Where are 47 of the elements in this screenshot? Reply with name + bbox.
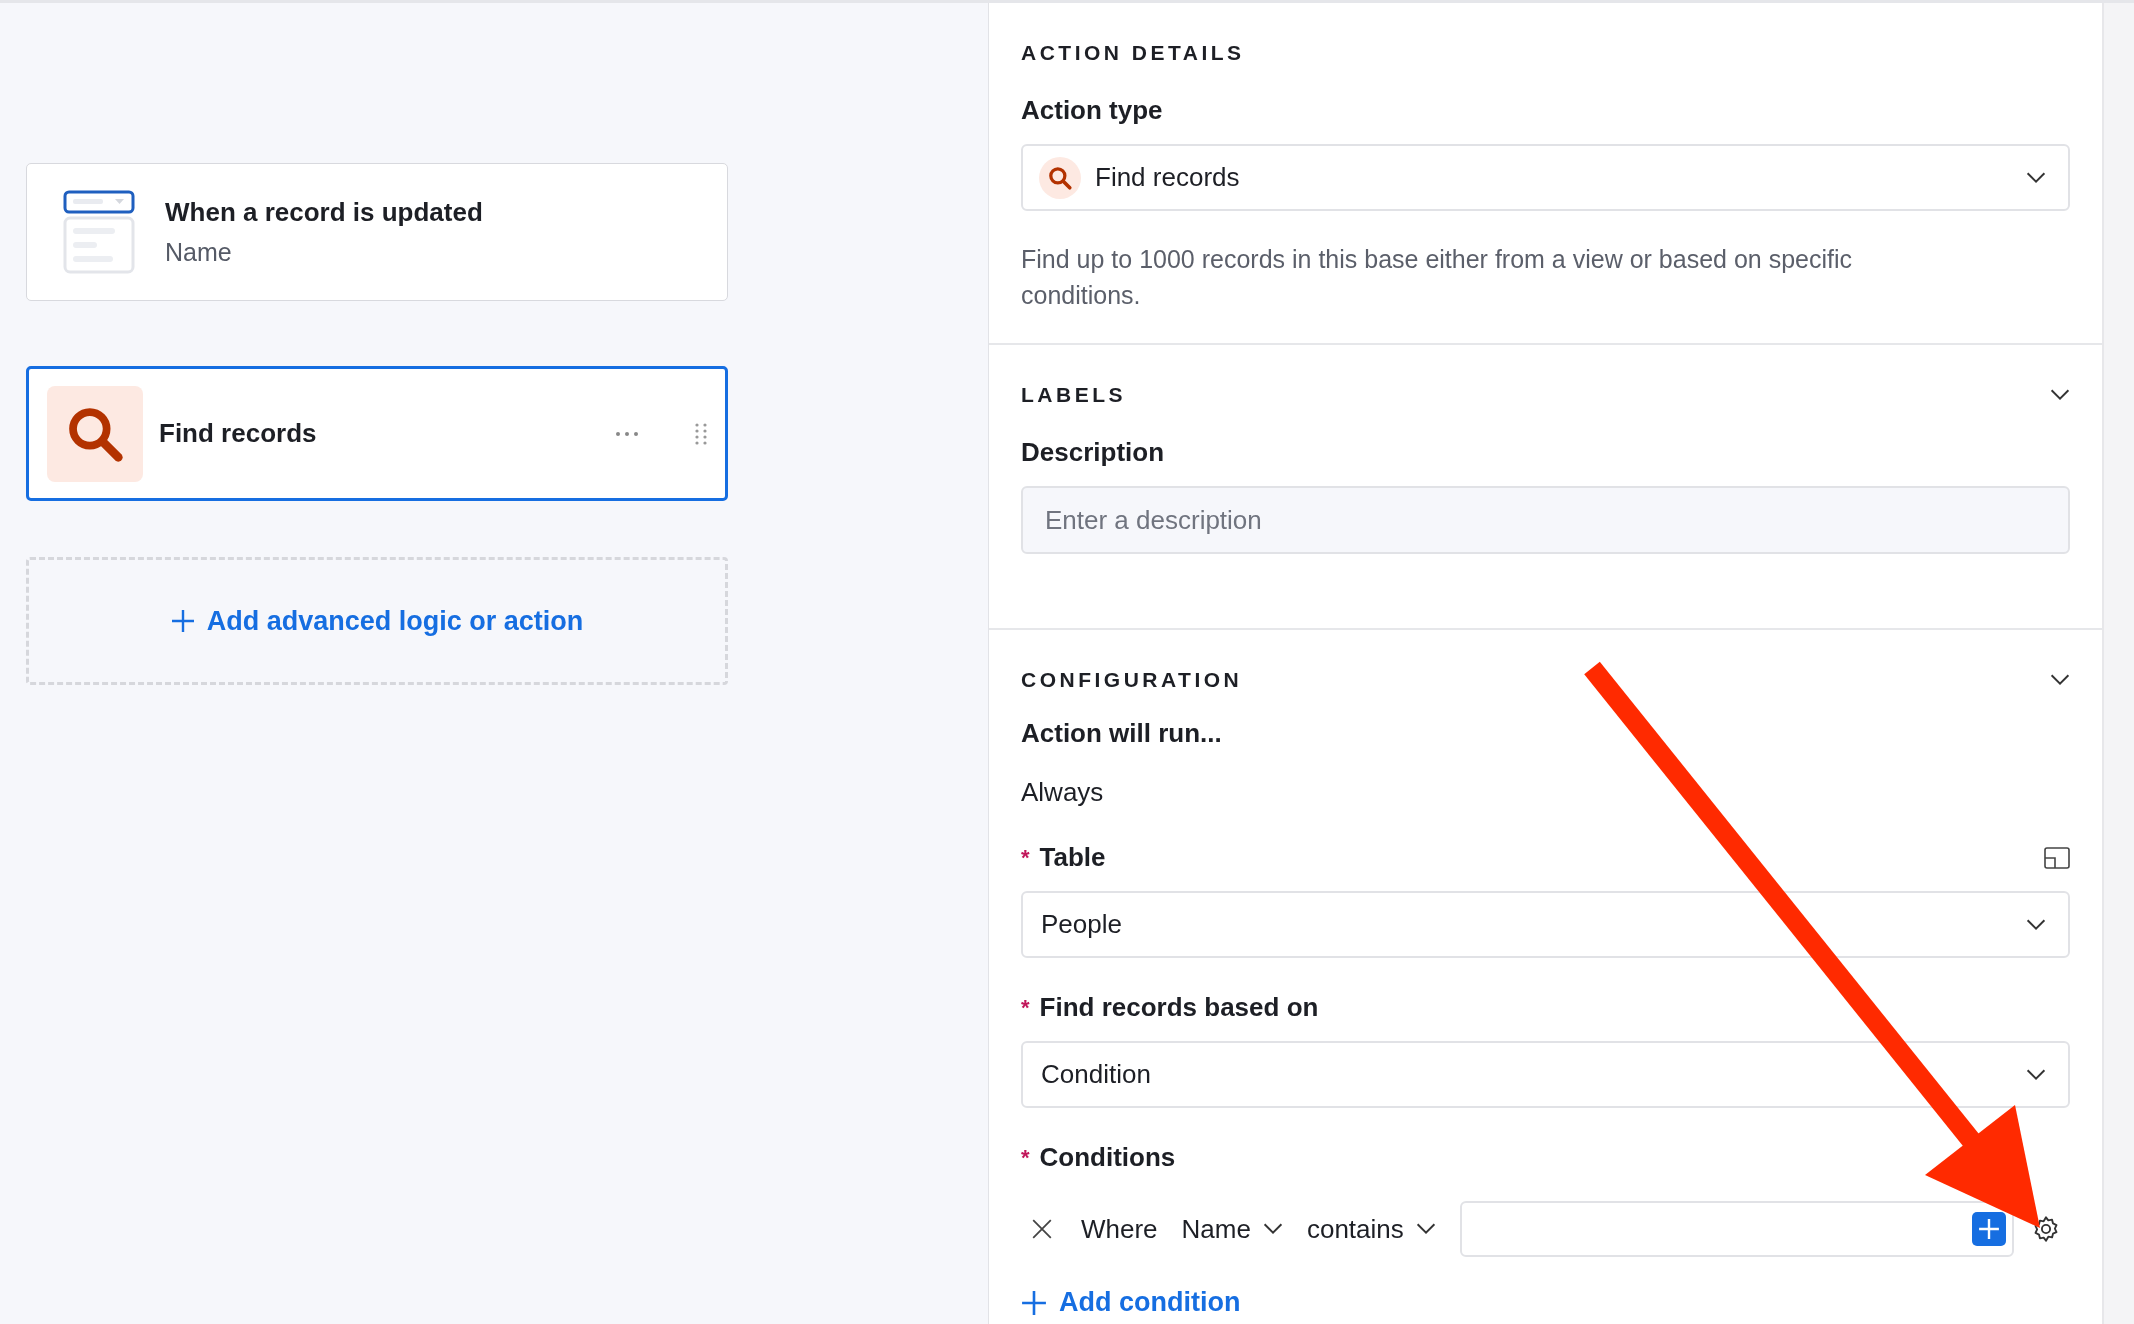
required-mark: * (1021, 844, 1030, 871)
dropdown-select[interactable]: Condition (1021, 1041, 2070, 1108)
field-label: Find records based on (1039, 992, 1319, 1023)
field-picker[interactable]: Name (1181, 1213, 1283, 1245)
condition-prefix: Where (1081, 1213, 1158, 1245)
settings-icon[interactable] (2032, 1215, 2060, 1243)
add-step-link[interactable]: Add advanced logic or action (170, 605, 584, 637)
field-label: Table (1039, 842, 1106, 873)
description-field[interactable]: Enter a description (1021, 486, 2070, 554)
action-title: Find records (159, 418, 318, 449)
plus-icon (1978, 1218, 2000, 1240)
collapse-chevron-icon (2050, 389, 2070, 401)
chevron-down-icon (1415, 1223, 1436, 1235)
dropdown-select[interactable]: People (1021, 891, 2070, 958)
trigger-subtitle: Name (165, 238, 233, 267)
action-card[interactable]: Find records (26, 366, 728, 501)
plus-icon (1021, 1289, 1047, 1316)
chevron-down-icon (2026, 918, 2046, 931)
collapse-chevron-icon (2050, 674, 2070, 686)
required-mark: * (1021, 1144, 1030, 1171)
action-type-select[interactable]: Find records (1021, 144, 2070, 211)
more-icon[interactable] (615, 430, 639, 437)
field-label: Conditions (1039, 1142, 1176, 1173)
drag-handle-icon[interactable] (695, 422, 707, 445)
chevron-down-icon (1262, 1223, 1283, 1235)
run-condition-value: Always (1021, 777, 1105, 808)
insert-button[interactable] (1972, 1212, 2006, 1246)
required-mark: * (1021, 994, 1030, 1021)
chevron-down-icon (2026, 1068, 2046, 1081)
layout-icon[interactable] (2044, 846, 2070, 869)
record-form-icon (63, 190, 135, 274)
condition-value-field[interactable] (1459, 1201, 2014, 1257)
section-heading: CONFIGURATION (1021, 668, 1243, 692)
chevron-down-icon (2026, 171, 2046, 184)
trigger-title: When a record is updated (165, 197, 483, 228)
field-label: Description (1021, 437, 1165, 468)
section-heading: LABELS (1021, 383, 1126, 407)
add-condition-link[interactable]: Add condition (1021, 1287, 1241, 1318)
field-label: Action type (1021, 95, 1163, 126)
trigger-card[interactable]: When a record is updated Name (26, 163, 728, 301)
remove-icon[interactable] (1031, 1218, 1053, 1240)
field-label: Action will run... (1021, 718, 1222, 749)
help-text: Find up to 1000 records in this base either from a view or based on specific conditions. (1021, 244, 1853, 311)
plus-icon (170, 609, 195, 633)
section-heading: ACTION DETAILS (1021, 41, 1245, 65)
operator-picker[interactable]: contains (1306, 1213, 1436, 1245)
magnifier-icon (1047, 164, 1073, 191)
